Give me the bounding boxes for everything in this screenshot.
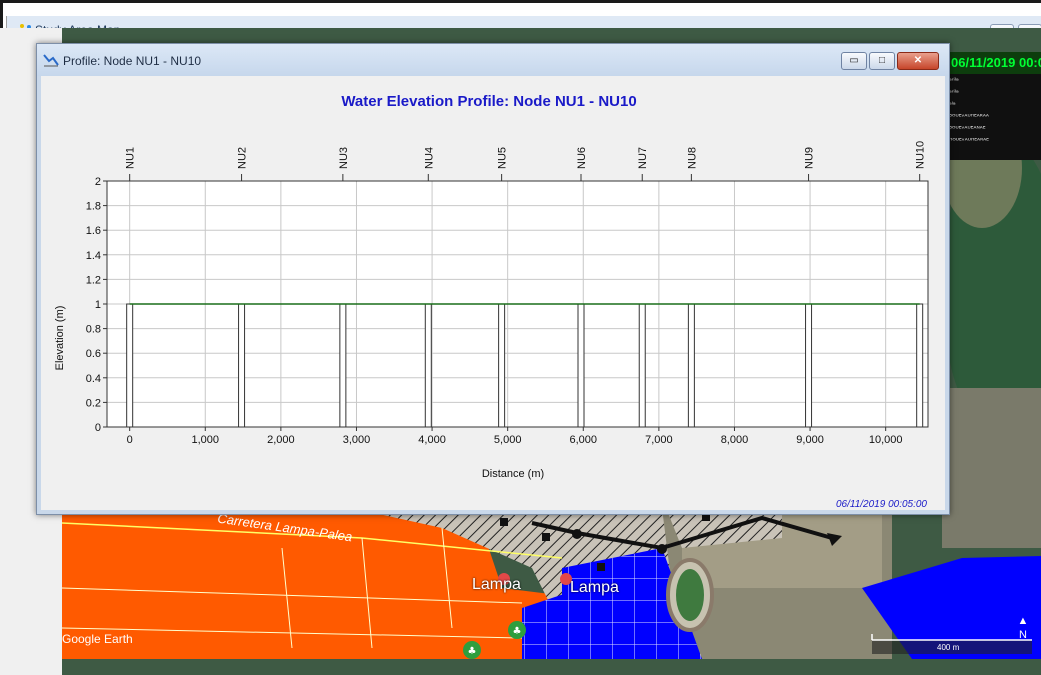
map-legend-panel: 06/11/2019 00:05:00 ᵃʳⁱˡᵃ ᵃʳⁱˡᵃ ᵃˡᵃ ᴮᴼᵁᴱ…: [947, 52, 1041, 160]
node-bar: [638, 303, 646, 428]
node-label: NU9: [804, 147, 816, 169]
legend-line: ᴮᴼᵁᴱᵛᴬᵁᴱᴬᴺᴬᴱ: [949, 125, 986, 133]
y-tick-label: 1.8: [86, 201, 101, 213]
node-bar: [805, 303, 813, 428]
map-timestamp: 06/11/2019 00:05:00: [947, 52, 1041, 74]
y-tick-label: 0: [95, 422, 101, 434]
x-tick-label: 4,000: [418, 434, 446, 446]
y-axis-label: Elevation (m): [54, 306, 66, 371]
node-bar: [916, 303, 924, 428]
node-bar: [238, 303, 246, 428]
profile-chart: Water Elevation Profile: Node NU1 - NU10…: [54, 93, 929, 510]
node-bar: [424, 303, 432, 428]
x-tick-label: 7,000: [645, 434, 673, 446]
scale-bar-label: 400 m: [937, 643, 960, 652]
y-tick-label: 1: [95, 299, 101, 311]
node-label: NU2: [237, 147, 249, 169]
profile-window: Profile: Node NU1 - NU10 ▭ □ ✕ Water Ele…: [36, 43, 950, 515]
profile-restore-button[interactable]: □: [869, 52, 895, 70]
y-tick-label: 0.2: [86, 397, 101, 409]
y-tick-label: 1.6: [86, 225, 101, 237]
x-tick-label: 6,000: [570, 434, 598, 446]
place-label-lampa-2: Lampa: [570, 579, 619, 596]
y-tick-label: 2: [95, 176, 101, 188]
profile-window-controls: ▭ □ ✕: [841, 52, 939, 70]
x-tick-label: 2,000: [267, 434, 295, 446]
profile-window-title: Profile: Node NU1 - NU10: [63, 54, 202, 68]
x-tick-label: 8,000: [721, 434, 749, 446]
profile-chart-area: Water Elevation Profile: Node NU1 - NU10…: [41, 76, 945, 510]
node-label: NU10: [915, 141, 927, 169]
north-label: N: [1019, 629, 1027, 641]
legend-line: ᵃʳⁱˡᵃ: [949, 77, 959, 85]
profile-minimize-button[interactable]: ▭: [841, 52, 867, 70]
y-tick-label: 0.6: [86, 348, 101, 360]
north-arrow-icon: ▲ N: [1017, 615, 1029, 641]
chart-title: Water Elevation Profile: Node NU1 - NU10: [341, 93, 636, 110]
legend-line: ᴴᴼᵁᴱᵛᴬᵁᴴᴱᴬᴿᴬᴱ: [949, 137, 989, 145]
profile-title-bar[interactable]: Profile: Node NU1 - NU10 ▭ □ ✕: [37, 44, 949, 76]
profile-chart-icon: [43, 54, 59, 67]
node-label: NU5: [497, 147, 509, 169]
legend-line: ᵃʳⁱˡᵃ: [949, 89, 959, 97]
node-bar: [498, 303, 506, 428]
node-label: NU7: [637, 147, 649, 169]
node-bar: [126, 303, 134, 428]
y-tick-label: 1.4: [86, 250, 101, 262]
x-axis-ticks: 0 1,000 2,000 3,000 4,000 5,000 6,000 7,000 8,00…: [127, 427, 903, 446]
svg-text:♣: ♣: [468, 646, 477, 657]
profile-close-button[interactable]: ✕: [897, 52, 939, 70]
y-tick-label: 0.4: [86, 373, 101, 385]
node-label: NU4: [423, 147, 435, 169]
y-tick-label: 1.2: [86, 274, 101, 286]
node-label: NU3: [338, 147, 350, 169]
node-bar: [577, 303, 585, 428]
node-label: NU1: [125, 147, 137, 169]
y-tick-label: 0.8: [86, 324, 101, 336]
x-tick-label: 9,000: [796, 434, 824, 446]
x-tick-label: 0: [127, 434, 133, 446]
place-label-lampa: Lampa: [472, 576, 521, 593]
x-tick-label: 3,000: [343, 434, 371, 446]
chart-timestamp: 06/11/2019 00:05:00: [836, 499, 927, 510]
svg-text:♣: ♣: [513, 626, 522, 637]
node-bar: [339, 303, 347, 428]
x-tick-label: 5,000: [494, 434, 522, 446]
node-bar: [687, 303, 695, 428]
y-axis-ticks: 0 0.2 0.4 0.6 0.8 1 1.2 1.4 1.6 1.8 2: [86, 176, 107, 434]
google-earth-watermark: Google Earth: [62, 632, 133, 646]
x-axis-label: Distance (m): [482, 468, 544, 480]
legend-line: ᴮᴼᵁᴱᵛᴬᵁᴴᴱᴬᴿᴬᴬ: [949, 113, 989, 121]
x-tick-label: 1,000: [192, 434, 220, 446]
node-label: NU6: [576, 147, 588, 169]
node-label: NU8: [686, 147, 698, 169]
x-tick-label: 10,000: [869, 434, 903, 446]
